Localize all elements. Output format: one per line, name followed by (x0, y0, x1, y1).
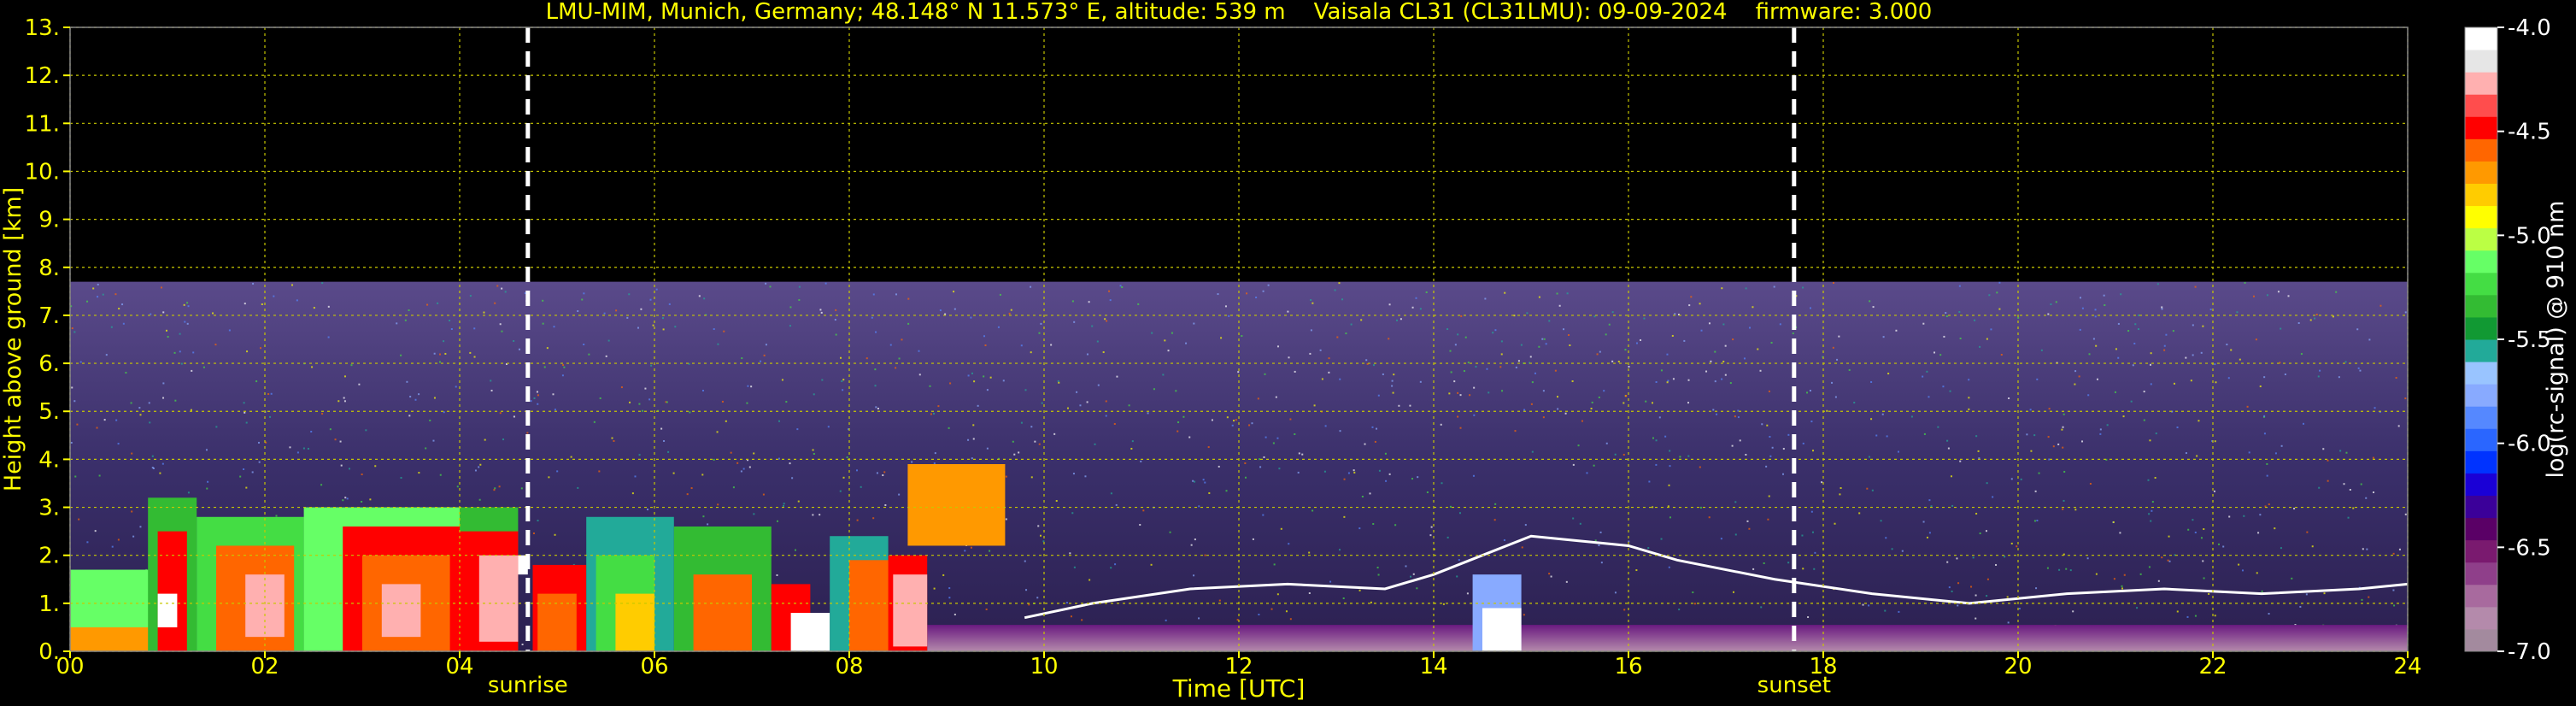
colorbar-tick-label: -7.0 (2508, 639, 2551, 665)
x-tick-label: 24 (2393, 654, 2421, 680)
x-tick-label: 10 (1030, 654, 1058, 680)
y-tick-label: 9. (38, 208, 60, 233)
y-tick-label: 8. (38, 256, 60, 281)
x-tick-label: 00 (56, 654, 84, 680)
colorbar-segment (2465, 606, 2497, 630)
colorbar-segment (2465, 539, 2497, 563)
y-tick-label: 5. (38, 399, 60, 425)
y-tick-label: 6. (38, 351, 60, 377)
colorbar-segment (2465, 428, 2497, 451)
x-tick-label: 04 (445, 654, 473, 680)
colorbar-segment (2465, 116, 2497, 139)
colorbar-segment (2465, 50, 2497, 73)
colorbar-segment (2465, 450, 2497, 474)
x-tick-label: 16 (1614, 654, 1642, 680)
colorbar-label: log(rc-signal) @ 910 nm (2543, 201, 2569, 479)
colorbar-segment (2465, 316, 2497, 340)
colorbar-segment (2465, 250, 2497, 274)
colorbar-segment (2465, 205, 2497, 229)
colorbar-segment (2465, 473, 2497, 496)
x-axis-label: Time [UTC] (1172, 674, 1306, 703)
y-tick-label: 12. (25, 63, 60, 89)
x-tick-label: 14 (1419, 654, 1447, 680)
y-tick-label: 1. (38, 591, 60, 617)
y-tick-label: 3. (38, 496, 60, 521)
marker-label-sunrise: sunrise (488, 673, 568, 698)
x-tick-label: 18 (1809, 654, 1837, 680)
colorbar-segment (2465, 584, 2497, 608)
colorbar-segment (2465, 272, 2497, 296)
colorbar-segment (2465, 562, 2497, 585)
colorbar-segment (2465, 406, 2497, 429)
chart-title: LMU-MIM, Munich, Germany; 48.148° N 11.5… (546, 0, 1933, 25)
y-axis-label: Height above ground [km] (0, 187, 26, 491)
y-tick-label: 13. (25, 15, 60, 41)
ground-aerosol-layer (927, 625, 2408, 651)
y-tick-label: 10. (25, 159, 60, 185)
colorbar-tick-label: -6.5 (2508, 535, 2551, 561)
colorbar-segment (2465, 628, 2497, 652)
colorbar-segment (2465, 362, 2497, 385)
y-tick-label: 2. (38, 544, 60, 569)
colorbar-segment (2465, 495, 2497, 519)
colorbar-segment (2465, 27, 2497, 50)
colorbar-segment (2465, 517, 2497, 541)
colorbar: -4.0-4.5-5.0-5.5-6.0-6.5-7.0 (2464, 15, 2551, 665)
colorbar-tick-label: -4.0 (2508, 15, 2551, 41)
x-tick-label: 06 (640, 654, 668, 680)
colorbar-segment (2465, 294, 2497, 318)
y-tick-label: 7. (38, 303, 60, 329)
colorbar-tick-label: -4.5 (2508, 120, 2551, 145)
ceilometer-chart: sunrise sunset 0.1.2.3.4.5.6.7.8.9.10.11.… (0, 0, 2569, 703)
x-tick-label: 08 (835, 654, 863, 680)
colorbar-segment (2465, 183, 2497, 207)
y-tick-label: 11. (25, 111, 60, 137)
x-tick-label: 02 (250, 654, 279, 680)
colorbar-segment (2465, 94, 2497, 117)
colorbar-segment (2465, 138, 2497, 162)
x-tick-label: 22 (2198, 654, 2227, 680)
colorbar-segment (2465, 72, 2497, 95)
y-axis: 0.1.2.3.4.5.6.7.8.9.10.11.12.13. (25, 15, 70, 665)
x-tick-label: 20 (2004, 654, 2032, 680)
colorbar-segment (2465, 384, 2497, 407)
colorbar-segment (2465, 227, 2497, 251)
y-tick-label: 4. (38, 447, 60, 473)
colorbar-segment (2465, 161, 2497, 184)
colorbar-segment (2465, 339, 2497, 362)
